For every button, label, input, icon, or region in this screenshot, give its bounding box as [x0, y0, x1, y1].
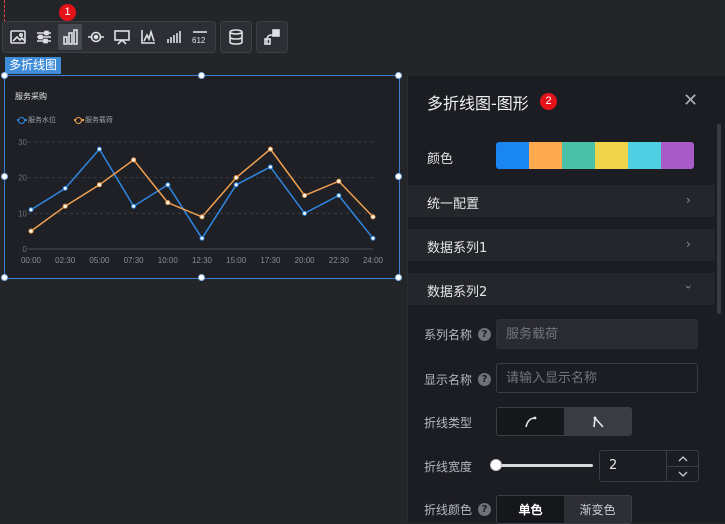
chevron-up-icon[interactable]: [667, 451, 699, 467]
stepper-buttons: [666, 451, 699, 481]
close-icon[interactable]: ✕: [683, 92, 698, 110]
section-label: 数据系列1: [427, 241, 488, 256]
series-name-label: 系列名称?: [424, 326, 492, 343]
x-tick-label: 07:30: [124, 256, 145, 265]
chevron-right-icon: ›: [686, 237, 691, 251]
panel-title: 多折线图-图形: [427, 94, 529, 113]
chevron-down-icon[interactable]: [667, 467, 699, 481]
color-swatch[interactable]: [595, 142, 628, 169]
display-name-label: 显示名称?: [424, 371, 492, 388]
y-tick-label: 30: [18, 138, 27, 147]
data-point: [336, 178, 342, 184]
scrollbar[interactable]: [717, 124, 721, 314]
slider-handle[interactable]: [490, 459, 502, 471]
x-tick-label: 10:00: [158, 256, 179, 265]
help-icon[interactable]: ?: [478, 503, 492, 516]
help-icon[interactable]: ?: [478, 328, 492, 341]
data-point: [96, 146, 102, 152]
data-point: [96, 182, 102, 188]
data-point: [62, 203, 68, 209]
data-point: [62, 185, 68, 191]
color-swatch[interactable]: [628, 142, 661, 169]
data-point: [131, 203, 137, 209]
line-chart: 0 10 20 30 00:00 02:30 05:00 07:30 10:00 12:30 15:…: [18, 138, 384, 265]
x-tick-label: 02:30: [55, 256, 76, 265]
x-tick-label: 22:30: [329, 256, 350, 265]
line-width-slider[interactable]: [495, 464, 593, 467]
x-tick-label: 00:00: [21, 256, 42, 265]
x-tick-label: 24:00: [363, 256, 384, 265]
chevron-down-icon: ›: [681, 284, 696, 290]
data-point: [199, 214, 205, 220]
data-point: [28, 207, 34, 213]
x-tick-label: 12:30: [192, 256, 213, 265]
line-width-label: 折线宽度: [424, 460, 473, 474]
data-point: [302, 210, 308, 216]
data-point: [233, 175, 239, 181]
color-swatch[interactable]: [529, 142, 562, 169]
section-label: 数据系列2: [427, 285, 488, 300]
color-swatch[interactable]: [661, 142, 694, 169]
x-tick-label: 20:00: [295, 256, 316, 265]
x-tick-label: 05:00: [89, 256, 110, 265]
series-name-input[interactable]: 服务载荷: [496, 319, 698, 349]
data-point: [131, 157, 137, 163]
help-icon[interactable]: ?: [478, 373, 492, 386]
display-name-input[interactable]: 请输入显示名称: [496, 363, 698, 393]
gradient-color-option[interactable]: 渐变色: [564, 496, 631, 523]
line-width-value[interactable]: 2: [609, 458, 617, 473]
color-swatch[interactable]: [562, 142, 595, 169]
line-color-toggle[interactable]: 单色 渐变色: [496, 495, 632, 524]
y-tick-label: 20: [18, 174, 27, 183]
color-label: 颜色: [427, 152, 454, 167]
annotation-badge-2: 2: [540, 93, 557, 110]
line-type-toggle[interactable]: [496, 407, 632, 436]
data-point: [199, 235, 205, 241]
series-line: [30, 147, 374, 240]
color-palette[interactable]: [496, 142, 694, 169]
data-point: [370, 214, 376, 220]
data-point: [165, 200, 171, 206]
data-point: [336, 193, 342, 198]
color-swatch[interactable]: [496, 142, 529, 169]
curve-icon[interactable]: [497, 408, 564, 435]
section-label: 统一配置: [427, 197, 480, 212]
chevron-right-icon: ›: [686, 193, 691, 207]
line-color-label: 折线颜色?: [424, 501, 492, 518]
data-point: [28, 228, 34, 234]
data-point: [267, 146, 273, 152]
line-type-label: 折线类型: [424, 416, 473, 430]
solid-color-option[interactable]: 单色: [497, 496, 564, 523]
data-point: [165, 182, 171, 188]
y-tick-label: 10: [18, 209, 27, 218]
polyline-icon[interactable]: [564, 408, 631, 435]
data-point: [267, 164, 273, 170]
data-point: [302, 193, 308, 198]
y-tick-label: 0: [23, 245, 28, 254]
data-point: [233, 182, 239, 188]
data-point: [370, 235, 376, 241]
x-tick-label: 17:30: [260, 256, 281, 265]
x-tick-label: 15:00: [226, 256, 247, 265]
